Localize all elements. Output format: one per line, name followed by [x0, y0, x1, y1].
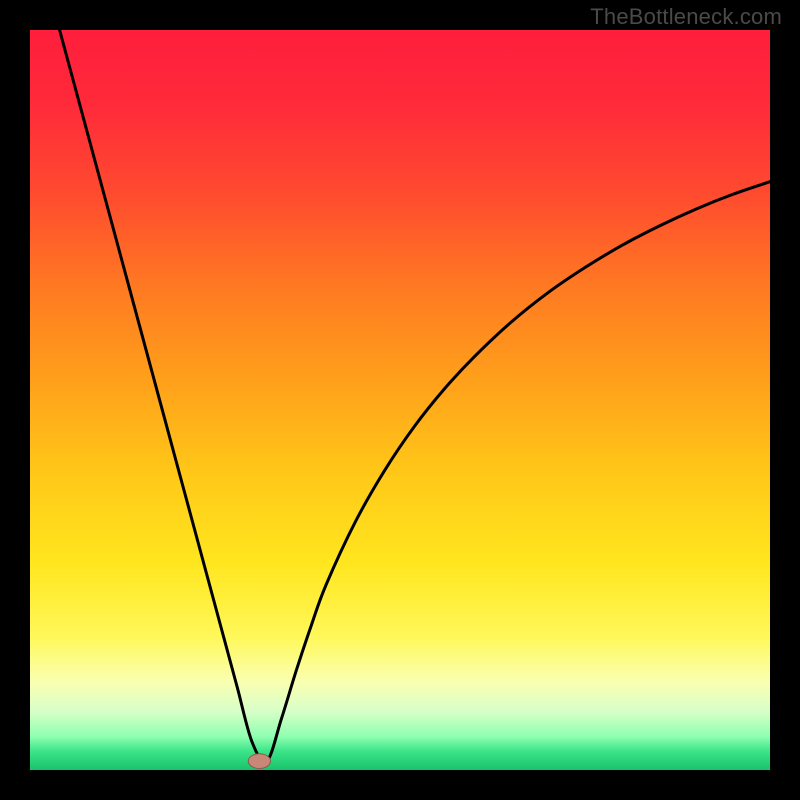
plot-svg [30, 30, 770, 770]
watermark-text: TheBottleneck.com [590, 4, 782, 30]
optimum-marker [248, 754, 270, 769]
plot-area [30, 30, 770, 770]
chart-frame: TheBottleneck.com [0, 0, 800, 800]
gradient-background [30, 30, 770, 770]
